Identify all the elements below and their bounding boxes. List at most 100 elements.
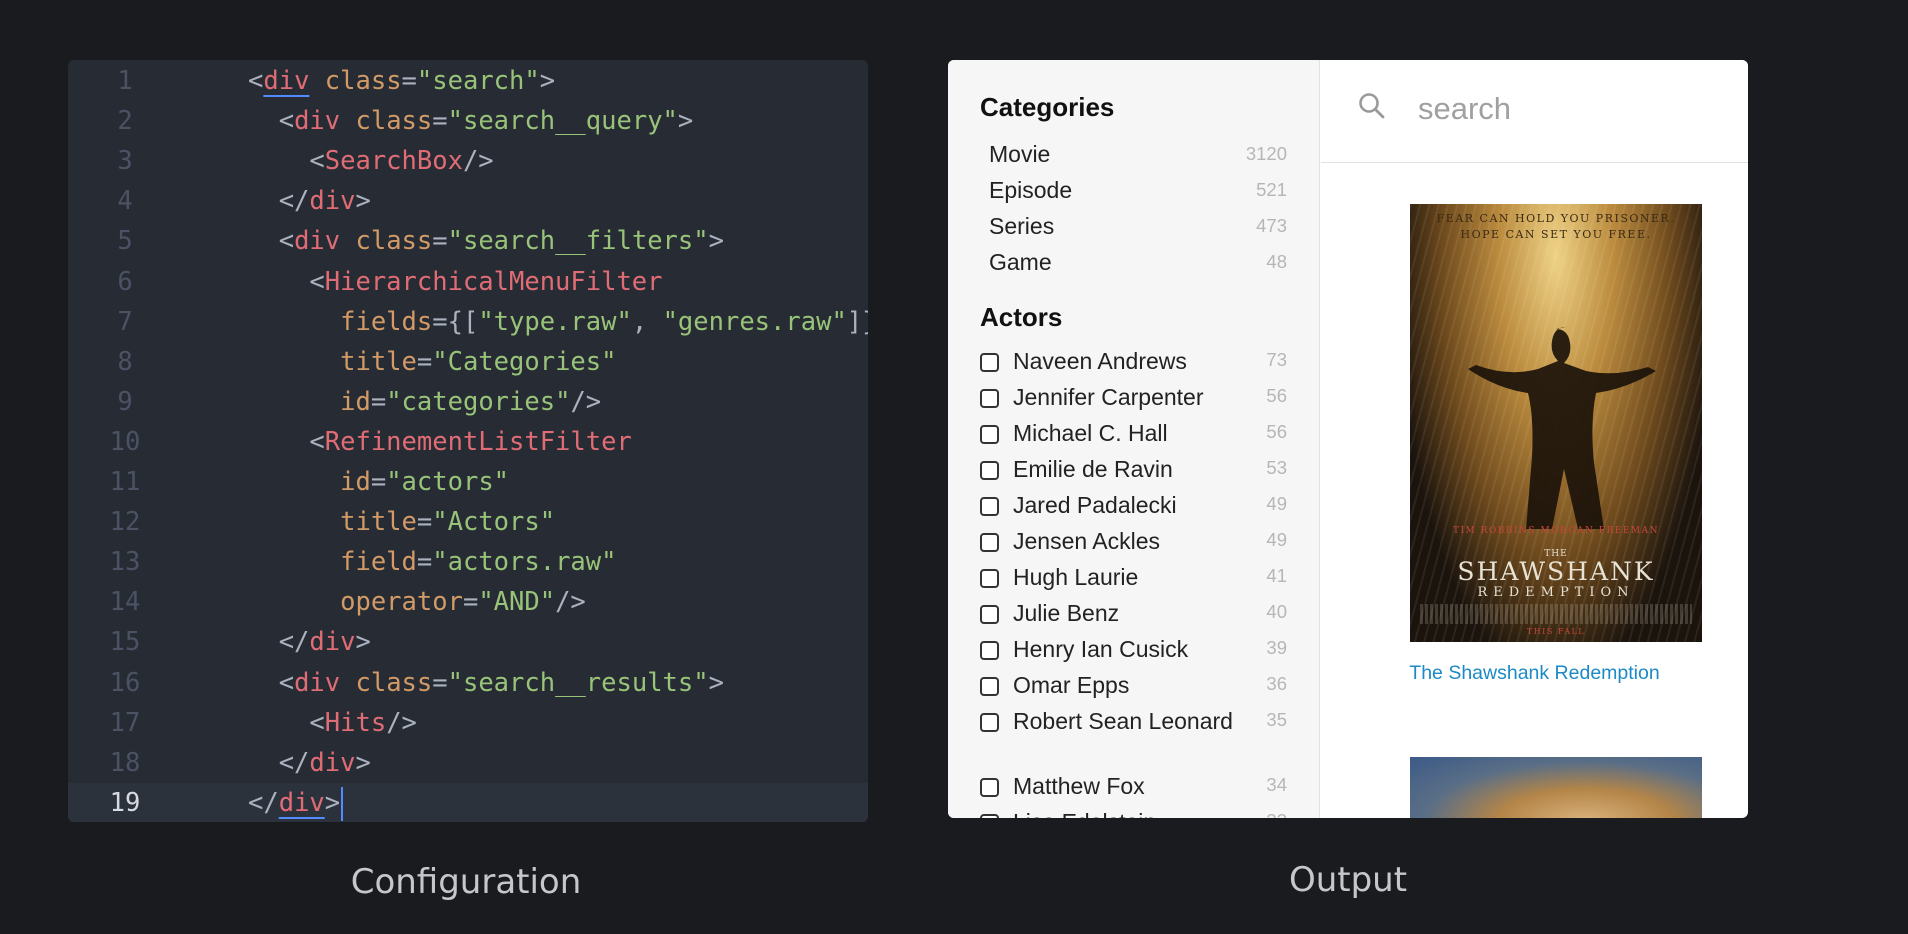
line-code: </div> xyxy=(248,783,344,822)
actor-checkbox[interactable] xyxy=(980,425,999,444)
line-code: fields={["type.raw", "genres.raw"]} xyxy=(340,306,868,337)
code-line[interactable]: 17 <Hits/> xyxy=(68,703,868,743)
actor-item[interactable]: Jennifer Carpenter 56 xyxy=(980,383,1287,413)
actor-count: 34 xyxy=(1266,774,1287,795)
actor-item[interactable]: Naveen Andrews 73 xyxy=(980,347,1287,377)
line-number: 4 xyxy=(117,186,133,217)
actor-item[interactable]: Robert Sean Leonard 35 xyxy=(980,707,1287,737)
actor-checkbox[interactable] xyxy=(980,778,999,797)
code-editor[interactable]: 1 <div class="search"> 2 <div class="searc… xyxy=(68,60,868,822)
actor-item[interactable]: Omar Epps 36 xyxy=(980,671,1287,701)
line-number: 17 xyxy=(109,707,141,738)
category-item[interactable]: Series 473 xyxy=(980,213,1287,243)
category-item[interactable]: Movie 3120 xyxy=(980,141,1287,171)
actor-label: Omar Epps xyxy=(1013,672,1130,698)
actor-label: Jared Padalecki xyxy=(1013,492,1177,518)
code-line[interactable]: 8 title="Categories" xyxy=(68,342,868,382)
code-line[interactable]: 1 <div class="search"> xyxy=(68,61,868,101)
category-item[interactable]: Game 48 xyxy=(980,249,1287,279)
categories-title: Categories xyxy=(980,92,1115,122)
category-count: 48 xyxy=(1266,251,1287,272)
code-line[interactable]: 2 <div class="search__query"> xyxy=(68,101,868,141)
actor-count: 35 xyxy=(1266,709,1287,730)
code-line[interactable]: 12 title="Actors" xyxy=(68,502,868,542)
code-line[interactable]: 9 id="categories"/> xyxy=(68,382,868,422)
actor-item[interactable]: Hugh Laurie 41 xyxy=(980,563,1287,593)
line-number: 6 xyxy=(117,266,133,297)
actor-count: 33 xyxy=(1266,810,1287,818)
actor-count: 53 xyxy=(1266,457,1287,478)
search-input[interactable] xyxy=(1418,84,1718,134)
code-line[interactable]: 10 <RefinementListFilter xyxy=(68,422,868,462)
actor-item[interactable]: Henry Ian Cusick 39 xyxy=(980,635,1287,665)
actor-item[interactable]: Emilie de Ravin 53 xyxy=(980,455,1287,485)
actor-item[interactable]: Michael C. Hall 56 xyxy=(980,419,1287,449)
actor-count: 73 xyxy=(1266,349,1287,370)
actor-label: Emilie de Ravin xyxy=(1013,456,1173,482)
line-number: 18 xyxy=(109,747,141,778)
code-line[interactable]: 16 <div class="search__results"> xyxy=(68,663,868,703)
code-line[interactable]: 19 </div> xyxy=(68,782,868,822)
actor-checkbox[interactable] xyxy=(980,814,999,818)
actor-label: Hugh Laurie xyxy=(1013,564,1139,590)
actor-checkbox[interactable] xyxy=(980,713,999,732)
actor-checkbox[interactable] xyxy=(980,605,999,624)
actor-item[interactable]: Jared Padalecki 49 xyxy=(980,491,1287,521)
actor-label: Robert Sean Leonard xyxy=(1013,708,1233,734)
actor-item[interactable]: Julie Benz 40 xyxy=(980,599,1287,629)
actor-checkbox[interactable] xyxy=(980,641,999,660)
line-number: 8 xyxy=(117,346,133,377)
movie-poster[interactable]: FEAR CAN HOLD YOU PRISONER. HOPE CAN SET… xyxy=(1410,204,1702,642)
line-code: <div class="search__query"> xyxy=(248,106,694,137)
line-code: <div class="search__filters"> xyxy=(248,226,724,257)
code-line[interactable]: 4 </div> xyxy=(68,181,868,221)
category-item[interactable]: Episode 521 xyxy=(980,177,1287,207)
actor-checkbox[interactable] xyxy=(980,677,999,696)
actor-checkbox[interactable] xyxy=(980,461,999,480)
category-count: 473 xyxy=(1256,215,1287,236)
code-line[interactable]: 14 operator="AND"/> xyxy=(68,582,868,622)
output-preview: Categories Movie 3120 Episode 521 Series 473 G… xyxy=(948,60,1748,818)
code-line[interactable]: 11 id="actors" xyxy=(68,462,868,502)
line-code: <Hits/> xyxy=(248,707,417,738)
actor-count: 56 xyxy=(1266,385,1287,406)
actor-label: Jennifer Carpenter xyxy=(1013,384,1204,410)
actor-count: 40 xyxy=(1266,601,1287,622)
hit-title-link[interactable]: The Shawshank Redemption xyxy=(1321,662,1748,685)
actor-count: 49 xyxy=(1266,529,1287,550)
code-line[interactable]: 6 <HierarchicalMenuFilter xyxy=(68,262,868,302)
caption-configuration: Configuration xyxy=(350,862,582,902)
actor-checkbox[interactable] xyxy=(980,389,999,408)
line-code: title="Actors" xyxy=(340,507,556,538)
actor-checkbox[interactable] xyxy=(980,569,999,588)
code-line[interactable]: 15 </div> xyxy=(68,622,868,662)
code-line[interactable]: 3 <SearchBox/> xyxy=(68,141,868,181)
actor-count: 36 xyxy=(1266,673,1287,694)
code-line[interactable]: 18 </div> xyxy=(68,743,868,783)
line-code: id="categories"/> xyxy=(340,386,602,417)
line-number: 1 xyxy=(117,66,133,96)
category-label: Movie xyxy=(989,141,1051,167)
actor-item[interactable]: Lisa Edelstein 33 xyxy=(980,808,1287,818)
line-code: </div> xyxy=(248,747,371,778)
actor-item[interactable]: Jensen Ackles 49 xyxy=(980,527,1287,557)
code-line[interactable]: 13 field="actors.raw" xyxy=(68,542,868,582)
code-line[interactable]: 7 fields={["type.raw", "genres.raw"]} xyxy=(68,302,868,342)
line-number: 13 xyxy=(109,547,141,578)
actor-item[interactable]: Matthew Fox 34 xyxy=(980,772,1287,802)
actor-checkbox[interactable] xyxy=(980,533,999,552)
actors-title: Actors xyxy=(980,302,1063,332)
filters-sidebar: Categories Movie 3120 Episode 521 Series 473 G… xyxy=(948,60,1320,818)
code-line[interactable]: 5 <div class="search__filters"> xyxy=(68,221,868,261)
actor-checkbox[interactable] xyxy=(980,353,999,372)
movie-poster[interactable] xyxy=(1410,757,1702,818)
caption-output: Output xyxy=(1288,860,1408,900)
category-count: 521 xyxy=(1256,179,1287,200)
text-caret xyxy=(341,786,344,821)
poster-release: THIS FALL xyxy=(1526,627,1586,636)
line-code: </div> xyxy=(248,186,371,217)
line-number: 9 xyxy=(117,386,133,417)
actor-checkbox[interactable] xyxy=(980,497,999,516)
category-label: Episode xyxy=(989,177,1073,203)
category-count: 3120 xyxy=(1245,143,1287,164)
